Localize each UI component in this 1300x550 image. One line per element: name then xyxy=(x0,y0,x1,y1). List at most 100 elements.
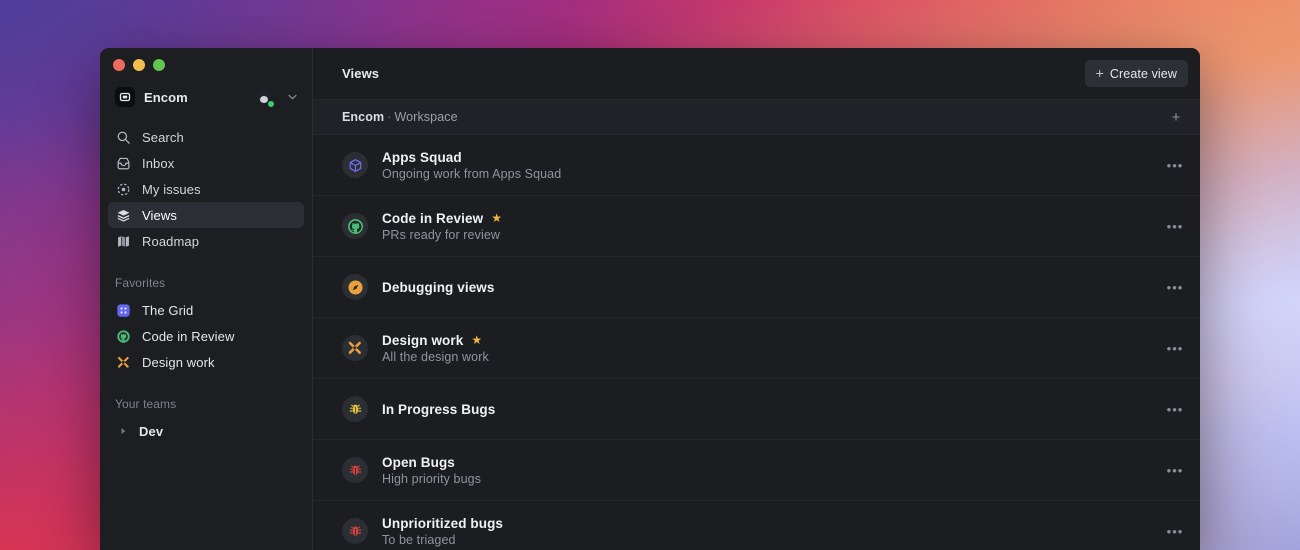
view-row-title-line: Apps Squad xyxy=(382,150,1150,165)
main-content: Views + Create view Encom·Workspace + xyxy=(313,48,1200,550)
page-title: Views xyxy=(342,66,380,81)
github-icon xyxy=(115,328,131,344)
design-icon xyxy=(115,354,131,370)
group-header: Encom · Workspace + xyxy=(313,100,1200,135)
bug-icon xyxy=(342,457,368,483)
view-title: Unprioritized bugs xyxy=(382,515,504,531)
more-horizontal-icon[interactable]: ••• xyxy=(1164,154,1186,176)
view-row-title-line: Debugging views xyxy=(382,280,1150,295)
view-row-title-line: Code in Review ★ xyxy=(382,211,1150,226)
teams-list: Dev xyxy=(100,418,312,444)
sidebar-item-label: Views xyxy=(142,207,177,223)
views-icon xyxy=(115,207,131,223)
workspace-switcher[interactable]: Encom xyxy=(108,80,304,114)
create-view-label: Create view xyxy=(1109,66,1177,81)
favorites-list: The Grid Code in Review Design work xyxy=(100,297,312,375)
view-row-open-bugs[interactable]: Open Bugs High priority bugs ••• xyxy=(313,440,1200,501)
app-window: Encom Search Inbox My issues Views Roadm… xyxy=(100,48,1200,550)
group-header-text: Encom · Workspace xyxy=(342,110,1166,124)
design-icon xyxy=(342,335,368,361)
teams-section-title: Your teams xyxy=(115,397,177,411)
group-scope: Workspace xyxy=(394,110,458,124)
roadmap-icon xyxy=(115,233,131,249)
more-horizontal-icon[interactable]: ••• xyxy=(1164,215,1186,237)
add-view-to-group-button[interactable]: + xyxy=(1166,107,1186,127)
team-item-label: Dev xyxy=(139,423,164,439)
create-view-button[interactable]: + Create view xyxy=(1084,60,1188,87)
primary-nav: Search Inbox My issues Views Roadmap xyxy=(100,124,312,254)
avatar[interactable] xyxy=(254,87,275,108)
inbox-icon xyxy=(115,155,131,171)
view-row-body: In Progress Bugs xyxy=(382,402,1150,417)
cube-icon xyxy=(342,152,368,178)
views-list: Apps Squad Ongoing work from Apps Squad … xyxy=(313,135,1200,550)
team-item-dev[interactable]: Dev xyxy=(108,418,304,444)
sidebar-item-search[interactable]: Search xyxy=(108,124,304,150)
favorites-section-title: Favorites xyxy=(115,276,166,290)
sidebar-item-label: Inbox xyxy=(142,155,175,171)
view-row-code-in-review[interactable]: Code in Review ★ PRs ready for review ••… xyxy=(313,196,1200,257)
grid-icon xyxy=(115,302,131,318)
group-workspace-name: Encom xyxy=(342,110,385,124)
maximize-window-button[interactable] xyxy=(153,59,165,71)
close-window-button[interactable] xyxy=(113,59,125,71)
view-row-debugging-views[interactable]: Debugging views ••• xyxy=(313,257,1200,318)
sidebar-item-my-issues[interactable]: My issues xyxy=(108,176,304,202)
workspace-logo-icon xyxy=(115,87,135,107)
view-title: Code in Review xyxy=(382,210,484,226)
workspace-name: Encom xyxy=(144,89,188,105)
view-row-in-progress-bugs[interactable]: In Progress Bugs ••• xyxy=(313,379,1200,440)
view-title: In Progress Bugs xyxy=(382,401,496,417)
caret-right-icon[interactable] xyxy=(116,427,130,435)
favorite-star-icon[interactable]: ★ xyxy=(471,334,482,346)
favorite-item-label: The Grid xyxy=(142,302,194,318)
sidebar-item-roadmap[interactable]: Roadmap xyxy=(108,228,304,254)
sidebar: Encom Search Inbox My issues Views Roadm… xyxy=(100,48,313,550)
view-row-apps-squad[interactable]: Apps Squad Ongoing work from Apps Squad … xyxy=(313,135,1200,196)
top-bar: Views + Create view xyxy=(313,48,1200,100)
view-subtitle: To be triaged xyxy=(382,532,456,547)
more-horizontal-icon[interactable]: ••• xyxy=(1164,459,1186,481)
minimize-window-button[interactable] xyxy=(133,59,145,71)
more-horizontal-icon[interactable]: ••• xyxy=(1164,337,1186,359)
view-row-title-line: Open Bugs xyxy=(382,455,1150,470)
presence-indicator xyxy=(267,100,275,108)
view-row-unprioritized-bugs[interactable]: Unprioritized bugs To be triaged ••• xyxy=(313,501,1200,550)
view-row-body: Open Bugs High priority bugs xyxy=(382,455,1150,486)
sidebar-item-views[interactable]: Views xyxy=(108,202,304,228)
bug-icon xyxy=(342,396,368,422)
view-title: Open Bugs xyxy=(382,454,455,470)
compass-icon xyxy=(342,274,368,300)
github-icon xyxy=(342,213,368,239)
bug-icon xyxy=(342,518,368,544)
favorite-item-the-grid[interactable]: The Grid xyxy=(108,297,304,323)
view-row-body: Design work ★ All the design work xyxy=(382,333,1150,364)
sidebar-item-label: Search xyxy=(142,129,184,145)
plus-icon: + xyxy=(1095,65,1104,81)
chevron-down-icon[interactable] xyxy=(288,92,297,103)
view-title: Debugging views xyxy=(382,279,495,295)
view-row-design-work[interactable]: Design work ★ All the design work ••• xyxy=(313,318,1200,379)
favorite-item-label: Code in Review xyxy=(142,328,235,344)
view-title: Design work xyxy=(382,332,464,348)
sidebar-item-label: Roadmap xyxy=(142,233,200,249)
favorite-item-design-work[interactable]: Design work xyxy=(108,349,304,375)
view-row-body: Code in Review ★ PRs ready for review xyxy=(382,211,1150,242)
view-subtitle: Ongoing work from Apps Squad xyxy=(382,166,562,181)
view-subtitle: PRs ready for review xyxy=(382,227,501,242)
favorite-item-label: Design work xyxy=(142,354,215,370)
favorite-item-code-in-review[interactable]: Code in Review xyxy=(108,323,304,349)
my-issues-icon xyxy=(115,181,131,197)
search-icon xyxy=(115,129,131,145)
favorite-star-icon[interactable]: ★ xyxy=(491,212,502,224)
sidebar-item-inbox[interactable]: Inbox xyxy=(108,150,304,176)
view-row-body: Apps Squad Ongoing work from Apps Squad xyxy=(382,150,1150,181)
view-row-title-line: Unprioritized bugs xyxy=(382,516,1150,531)
view-subtitle: High priority bugs xyxy=(382,471,482,486)
more-horizontal-icon[interactable]: ••• xyxy=(1164,520,1186,542)
view-row-title-line: Design work ★ xyxy=(382,333,1150,348)
more-horizontal-icon[interactable]: ••• xyxy=(1164,398,1186,420)
view-row-body: Debugging views xyxy=(382,280,1150,295)
view-row-title-line: In Progress Bugs xyxy=(382,402,1150,417)
more-horizontal-icon[interactable]: ••• xyxy=(1164,276,1186,298)
